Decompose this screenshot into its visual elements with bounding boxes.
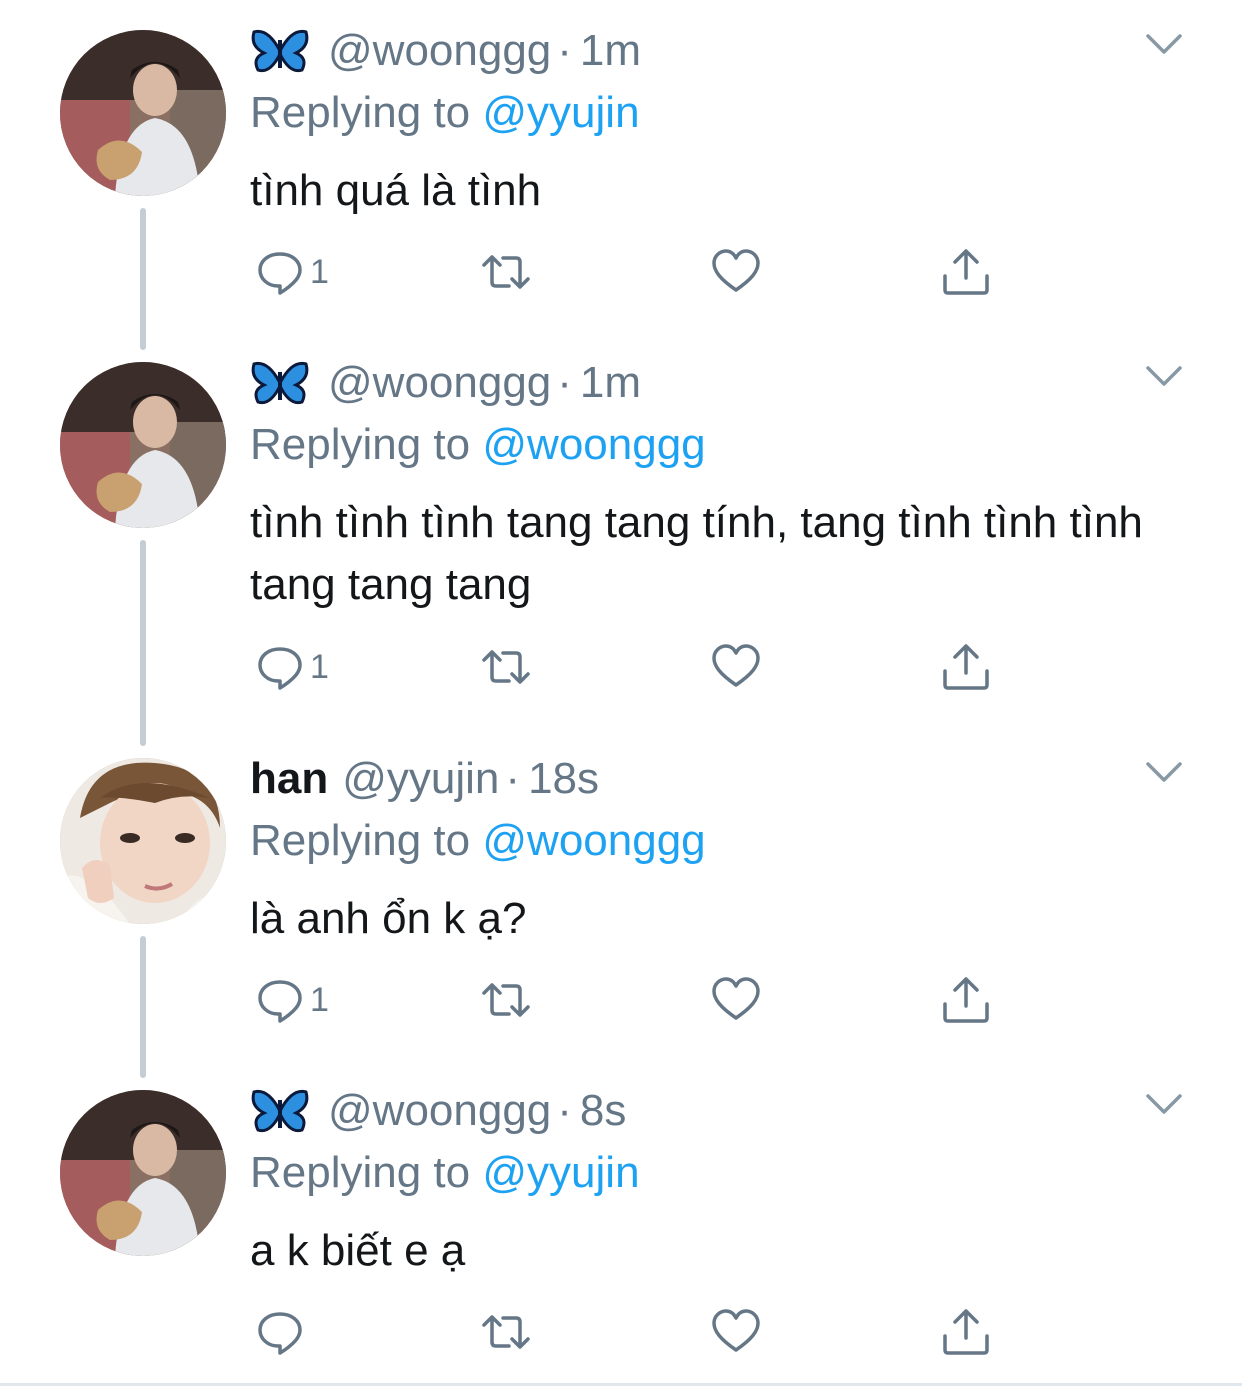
reply-button[interactable]: 1 bbox=[254, 244, 329, 300]
tweet[interactable]: han @yyujin · 18s Replying to @woonggg l… bbox=[0, 728, 1242, 1078]
replying-to-mention[interactable]: @woonggg bbox=[482, 816, 705, 865]
thread-line bbox=[140, 540, 146, 746]
tweet[interactable]: @woonggg · 1m Replying to @woonggg tình … bbox=[0, 332, 1242, 746]
replying-to-line: Replying to @woonggg bbox=[250, 420, 706, 470]
tweet-time[interactable]: 1m bbox=[580, 358, 641, 408]
replying-to-mention[interactable]: @yyujin bbox=[482, 88, 639, 137]
share-button[interactable] bbox=[940, 1304, 992, 1360]
tweet-actions: 1 bbox=[250, 244, 1010, 300]
reply-icon bbox=[258, 1312, 302, 1355]
tweet[interactable]: @woonggg · 8s Replying to @yyujin a k bi… bbox=[0, 1060, 1242, 1380]
tweet-handle[interactable]: @woonggg bbox=[328, 358, 551, 408]
retweet-icon bbox=[482, 255, 530, 289]
display-name[interactable]: han bbox=[250, 754, 328, 804]
chevron-down-icon[interactable] bbox=[1142, 750, 1186, 794]
tweet-text: a k biết e ạ bbox=[250, 1226, 466, 1275]
share-button[interactable] bbox=[940, 972, 992, 1028]
replying-to-line: Replying to @yyujin bbox=[250, 1148, 640, 1198]
tweet-header: @woonggg · 8s bbox=[250, 1080, 626, 1142]
tweet-time[interactable]: 8s bbox=[580, 1086, 626, 1136]
share-icon bbox=[943, 644, 989, 690]
avatar[interactable] bbox=[60, 758, 226, 924]
reply-icon bbox=[258, 980, 302, 1023]
retweet-button[interactable] bbox=[480, 639, 532, 695]
retweet-button[interactable] bbox=[480, 1304, 532, 1360]
replying-prefix: Replying to bbox=[250, 420, 471, 469]
replying-to-line: Replying to @yyujin bbox=[250, 88, 640, 138]
heart-icon bbox=[712, 644, 760, 687]
avatar[interactable] bbox=[60, 1090, 226, 1256]
retweet-icon bbox=[482, 1315, 530, 1349]
reply-count: 1 bbox=[310, 647, 329, 686]
like-button[interactable] bbox=[710, 1304, 762, 1360]
like-button[interactable] bbox=[710, 972, 762, 1028]
replying-to-mention[interactable]: @yyujin bbox=[482, 1148, 639, 1197]
butterfly-icon bbox=[251, 1089, 309, 1133]
tweet-text: tình quá là tình bbox=[250, 166, 542, 215]
tweet-actions bbox=[250, 1304, 1010, 1360]
replying-prefix: Replying to bbox=[250, 88, 471, 137]
reply-button[interactable]: 1 bbox=[254, 972, 329, 1028]
reply-icon bbox=[258, 647, 302, 690]
share-button[interactable] bbox=[940, 244, 992, 300]
tweet-header: @woonggg · 1m bbox=[250, 20, 641, 82]
butterfly-icon bbox=[251, 29, 309, 73]
avatar-woonggg-image bbox=[60, 362, 226, 528]
separator-dot: · bbox=[557, 1086, 572, 1135]
reply-button[interactable] bbox=[254, 1304, 310, 1360]
share-icon bbox=[943, 1309, 989, 1355]
tweet-handle[interactable]: @woonggg bbox=[328, 1086, 551, 1136]
avatar[interactable] bbox=[60, 30, 226, 196]
retweet-button[interactable] bbox=[480, 972, 532, 1028]
tweet-time[interactable]: 18s bbox=[528, 754, 599, 804]
like-button[interactable] bbox=[710, 639, 762, 695]
reply-icon bbox=[258, 252, 302, 295]
tweet-time[interactable]: 1m bbox=[580, 26, 641, 76]
like-button[interactable] bbox=[710, 244, 762, 300]
tweet-handle[interactable]: @woonggg bbox=[328, 26, 551, 76]
retweet-icon bbox=[482, 983, 530, 1017]
chevron-down-icon[interactable] bbox=[1142, 22, 1186, 66]
heart-icon bbox=[712, 977, 760, 1020]
reply-count: 1 bbox=[310, 252, 329, 291]
tweet-text: là anh ổn k ạ? bbox=[250, 894, 527, 943]
retweet-button[interactable] bbox=[480, 244, 532, 300]
tweet-thread: @woonggg · 1m Replying to @yyujin tình q… bbox=[0, 0, 1242, 1386]
avatar-woonggg-image bbox=[60, 30, 226, 196]
chevron-down-icon[interactable] bbox=[1142, 354, 1186, 398]
tweet[interactable]: @woonggg · 1m Replying to @yyujin tình q… bbox=[0, 0, 1242, 350]
avatar[interactable] bbox=[60, 362, 226, 528]
tweet-header: han @yyujin · 18s bbox=[250, 748, 599, 810]
share-icon bbox=[943, 977, 989, 1023]
replying-prefix: Replying to bbox=[250, 816, 471, 865]
thread-line bbox=[140, 936, 146, 1078]
separator-dot: · bbox=[557, 26, 572, 75]
heart-icon bbox=[712, 249, 760, 292]
separator-dot: · bbox=[557, 358, 572, 407]
reply-count: 1 bbox=[310, 980, 329, 1019]
replying-prefix: Replying to bbox=[250, 1148, 471, 1197]
share-icon bbox=[943, 249, 989, 295]
tweet-actions: 1 bbox=[250, 972, 1010, 1028]
heart-icon bbox=[712, 1309, 760, 1352]
chevron-down-icon[interactable] bbox=[1142, 1082, 1186, 1126]
tweet-actions: 1 bbox=[250, 639, 1010, 695]
tweet-handle[interactable]: @yyujin bbox=[342, 754, 499, 804]
share-button[interactable] bbox=[940, 639, 992, 695]
replying-to-mention[interactable]: @woonggg bbox=[482, 420, 705, 469]
thread-line bbox=[140, 208, 146, 350]
tweet-text: tình tình tình tang tang tính, tang tình… bbox=[250, 498, 1143, 609]
butterfly-icon bbox=[251, 361, 309, 405]
tweet-header: @woonggg · 1m bbox=[250, 352, 641, 414]
replying-to-line: Replying to @woonggg bbox=[250, 816, 706, 866]
separator-dot: · bbox=[505, 754, 521, 803]
avatar-yyujin-image bbox=[60, 758, 226, 924]
retweet-icon bbox=[482, 650, 530, 684]
avatar-woonggg-image bbox=[60, 1090, 226, 1256]
reply-button[interactable]: 1 bbox=[254, 639, 329, 695]
